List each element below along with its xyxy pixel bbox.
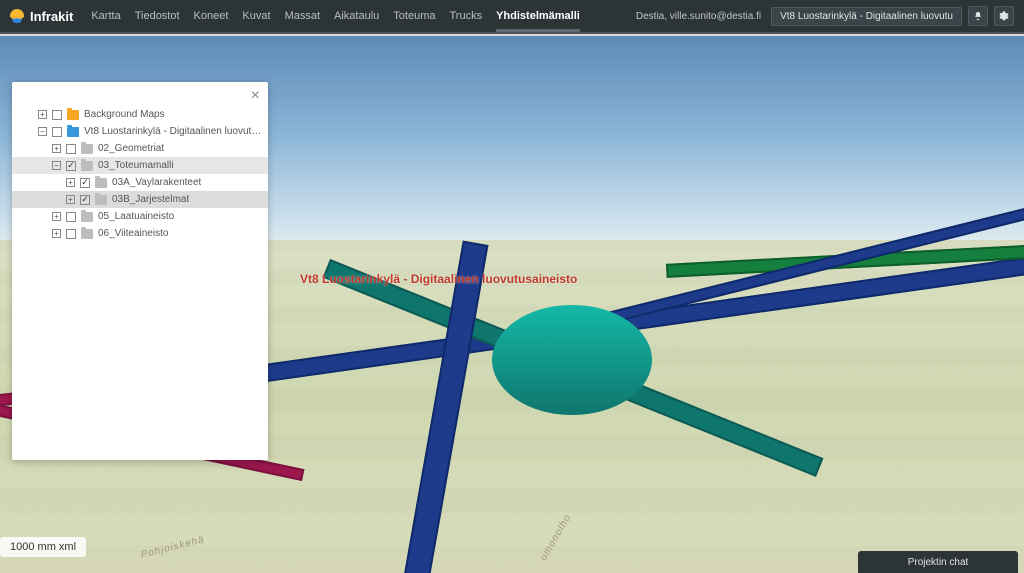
folder-icon	[81, 212, 93, 222]
layer-label: 02_Geometriat	[98, 143, 164, 154]
nav-item-tiedostot[interactable]: Tiedostot	[135, 0, 180, 32]
layer-row[interactable]: +02_Geometriat	[12, 140, 268, 157]
expander-icon[interactable]: +	[66, 195, 75, 204]
layer-checkbox[interactable]	[52, 110, 62, 120]
bell-icon[interactable]	[968, 6, 988, 26]
layer-row[interactable]: +05_Laatuaineisto	[12, 208, 268, 225]
layer-checkbox[interactable]	[80, 178, 90, 188]
expander-icon[interactable]: +	[66, 178, 75, 187]
layer-row[interactable]: +03B_Jarjestelmat	[12, 191, 268, 208]
expander-icon[interactable]: −	[52, 161, 61, 170]
layer-row[interactable]: − Vt8 Luostarinkylä - Digitaalinen luovut…	[12, 123, 268, 140]
folder-icon	[95, 195, 107, 205]
expander-icon[interactable]: +	[52, 144, 61, 153]
layer-label: Background Maps	[84, 109, 165, 120]
layer-label: 03B_Jarjestelmat	[112, 194, 189, 205]
nav-item-kartta[interactable]: Kartta	[91, 0, 120, 32]
nav-item-yhdistelmämalli[interactable]: Yhdistelmämalli	[496, 0, 580, 32]
nav-item-kuvat[interactable]: Kuvat	[242, 0, 270, 32]
topbar-right: Destia, ville.sunito@destia.fi Vt8 Luost…	[636, 6, 1014, 26]
layer-checkbox[interactable]	[80, 195, 90, 205]
close-icon[interactable]: ×	[251, 88, 260, 104]
expander-icon[interactable]: +	[38, 110, 47, 119]
gear-icon[interactable]	[994, 6, 1014, 26]
topbar: Infrakit Kartta Tiedostot Koneet Kuvat Massa…	[0, 0, 1024, 34]
layer-label: 06_Viiteaineisto	[98, 228, 168, 239]
interchange-loop	[492, 305, 652, 415]
layer-row[interactable]: − 03_Toteumamalli	[12, 157, 268, 174]
folder-icon	[95, 178, 107, 188]
nav-item-aikataulu[interactable]: Aikataulu	[334, 0, 379, 32]
nav-item-massat[interactable]: Massat	[285, 0, 320, 32]
layer-row[interactable]: + Background Maps	[12, 106, 268, 123]
expander-icon[interactable]: −	[38, 127, 47, 136]
project-chat-bar[interactable]: Projektin chat	[858, 551, 1018, 573]
expander-icon[interactable]: +	[52, 212, 61, 221]
expander-icon[interactable]: +	[52, 229, 61, 238]
layers-panel: × + Background Maps − Vt8 Luostarinkylä - D…	[12, 82, 268, 460]
layer-checkbox[interactable]	[66, 161, 76, 171]
layer-checkbox[interactable]	[66, 229, 76, 239]
layer-label: Vt8 Luostarinkylä - Digitaalinen luovutu…	[84, 126, 262, 137]
folder-icon	[81, 229, 93, 239]
main-nav: Kartta Tiedostot Koneet Kuvat Massat Aikataul…	[91, 0, 580, 32]
layer-label: 03A_Vaylarakenteet	[112, 177, 201, 188]
scene-label: Vt8 Luostarinkylä - Digitaalinen luovutu…	[300, 272, 577, 286]
brand-text: Infrakit	[30, 9, 73, 24]
folder-icon	[81, 161, 93, 171]
layer-checkbox[interactable]	[66, 144, 76, 154]
layer-row[interactable]: +03A_Vaylarakenteet	[12, 174, 268, 191]
brand-logo-icon	[10, 9, 24, 23]
3d-viewport[interactable]: Vt8 Luostarinkylä - Digitaalinen luovutu…	[0, 36, 1024, 573]
layer-label: 05_Laatuaineisto	[98, 211, 174, 222]
layer-row[interactable]: +06_Viiteaineisto	[12, 225, 268, 242]
chat-label: Projektin chat	[908, 557, 969, 568]
layer-tree: + Background Maps − Vt8 Luostarinkylä - Dig…	[12, 106, 268, 242]
layer-checkbox[interactable]	[66, 212, 76, 222]
folder-icon	[67, 110, 79, 120]
nav-item-koneet[interactable]: Koneet	[194, 0, 229, 32]
layer-checkbox[interactable]	[52, 127, 62, 137]
folder-icon	[67, 127, 79, 137]
nav-item-toteuma[interactable]: Toteuma	[393, 0, 435, 32]
layer-label: 03_Toteumamalli	[98, 160, 174, 171]
status-text: 1000 mm xml	[0, 537, 86, 557]
folder-icon	[81, 144, 93, 154]
brand[interactable]: Infrakit	[10, 9, 73, 24]
user-link[interactable]: Destia, ville.sunito@destia.fi	[636, 11, 761, 22]
nav-item-trucks[interactable]: Trucks	[450, 0, 483, 32]
project-select[interactable]: Vt8 Luostarinkylä - Digitaalinen luovutu	[771, 7, 962, 26]
